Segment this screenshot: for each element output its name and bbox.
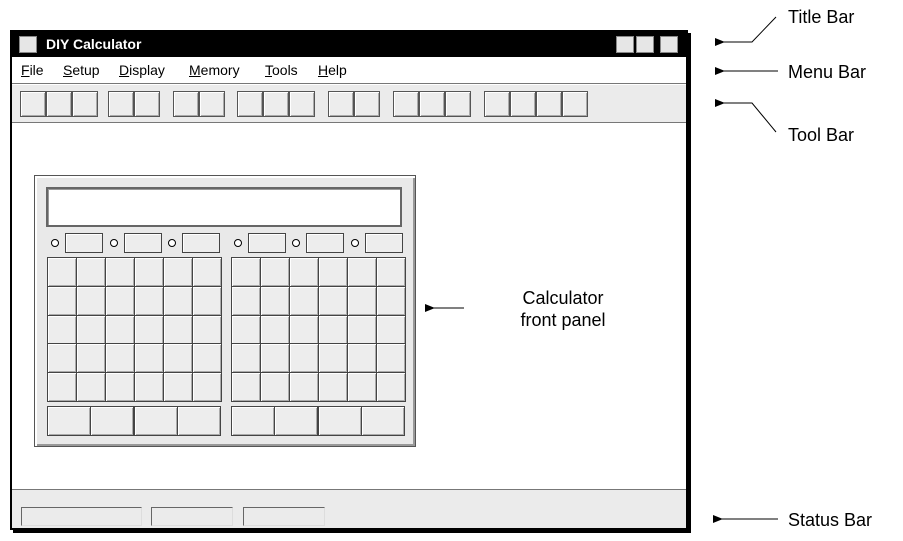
title-bar-leader: [715, 16, 777, 46]
annotation-leaders: [425, 16, 778, 523]
tool-bar-leader: [715, 99, 777, 133]
